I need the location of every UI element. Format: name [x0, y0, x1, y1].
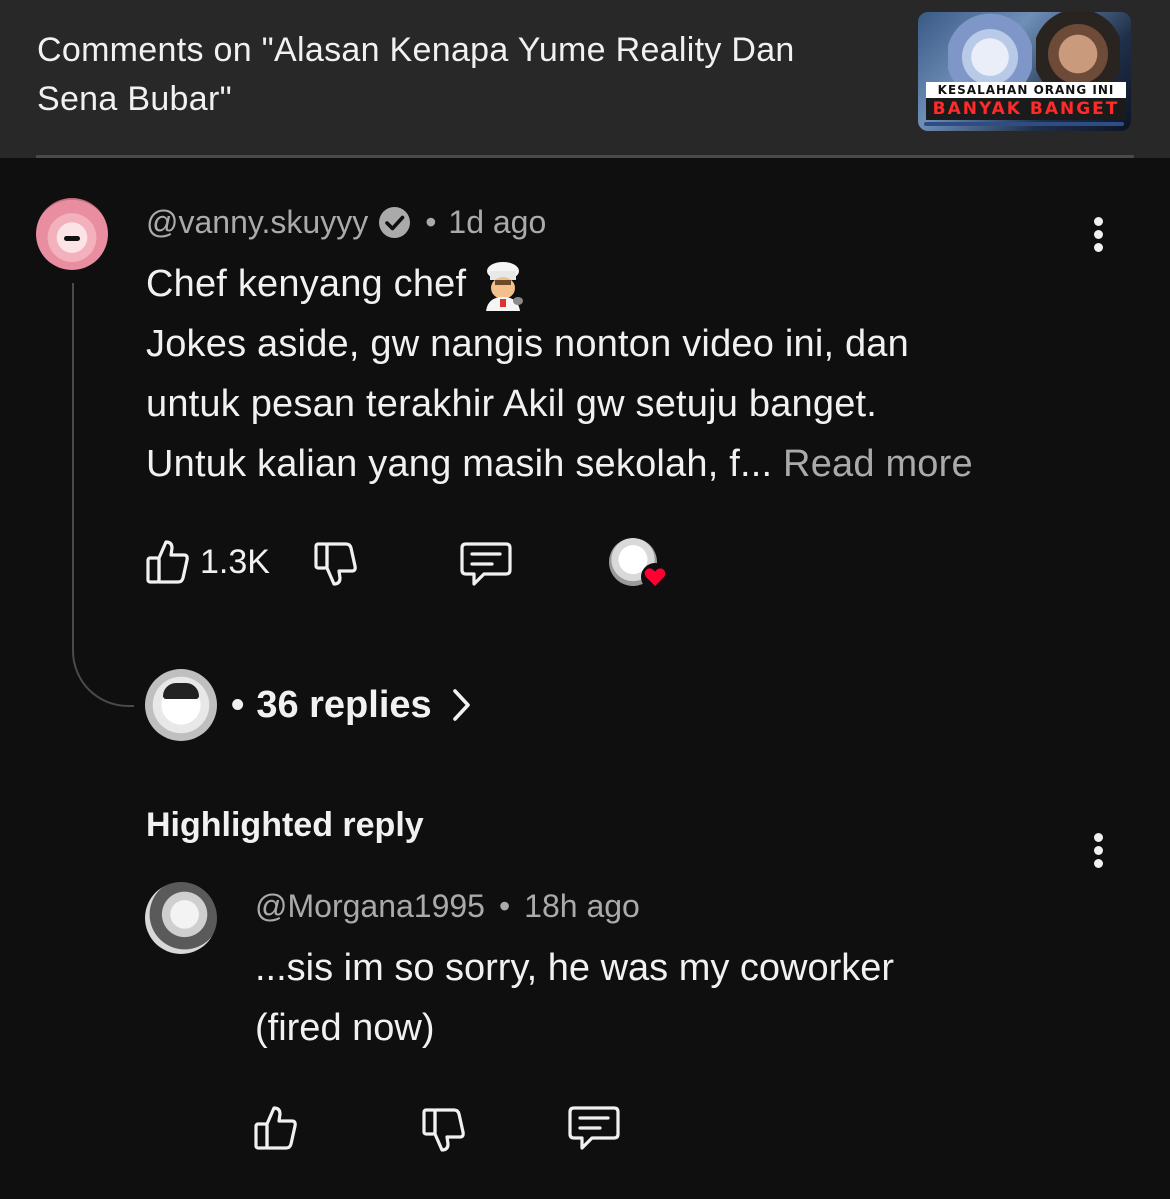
reply-dislike-button[interactable]	[422, 1106, 466, 1154]
comment-line-3: untuk pesan terakhir Akil gw setuju bang…	[146, 383, 878, 425]
comment-line-4: Untuk kalian yang masih sekolah, f... Re…	[146, 434, 1106, 494]
comment-body: Chef kenyang chef Jokes aside, gw nangis…	[146, 254, 1106, 494]
reply-button[interactable]	[460, 540, 512, 588]
like-count: 1.3K	[200, 542, 270, 581]
reply-wrap	[460, 538, 512, 590]
video-thumbnail[interactable]: KESALAHAN ORANG INI BANYAK BANGET	[918, 12, 1131, 131]
comment-actions: 1.3K	[146, 536, 270, 588]
thread-line	[72, 283, 134, 707]
reply-author-avatar[interactable]	[145, 882, 217, 954]
header-divider	[36, 155, 1134, 158]
thumbs-down-icon	[314, 542, 357, 586]
thumbnail-progress-bar	[924, 122, 1124, 126]
reply-line-2: (fired now)	[255, 1007, 435, 1049]
replies-count-label: 36 replies	[256, 683, 432, 726]
read-more-link[interactable]: Read more	[783, 443, 973, 485]
replier-avatar	[145, 669, 217, 741]
verified-check-icon	[378, 206, 411, 239]
comment-time: 1d ago	[448, 203, 547, 240]
comment-line-1: Chef kenyang chef	[146, 254, 1106, 314]
reply-body: ...sis im so sorry, he was my coworker (…	[255, 938, 1135, 1058]
header-title: Comments on "Alasan Kenapa Yume Reality …	[37, 31, 795, 118]
thumbnail-caption-bottom: BANYAK BANGET	[926, 98, 1126, 120]
comment-line-1-text: Chef kenyang chef	[146, 263, 467, 305]
dislike-wrap	[314, 538, 358, 590]
reply-more-options-button[interactable]	[1083, 826, 1113, 886]
meta-separator: •	[425, 203, 437, 240]
reply-reply-button[interactable]	[568, 1104, 620, 1152]
chevron-right-icon	[452, 688, 472, 722]
reply-author[interactable]: @Morgana1995	[255, 888, 485, 925]
reply-meta-separator: •	[498, 887, 511, 924]
commenter-avatar[interactable]	[36, 198, 108, 270]
dislike-button[interactable]	[314, 540, 358, 588]
chef-emoji-icon	[480, 261, 526, 311]
reply-like-wrap	[254, 1102, 298, 1154]
thumbs-up-icon	[146, 540, 189, 584]
reply-time: 18h ago	[524, 887, 640, 924]
reply-dislike-wrap	[422, 1104, 466, 1156]
comment-line-4-text: Untuk kalian yang masih sekolah, f...	[146, 443, 773, 485]
highlighted-reply-title: Highlighted reply	[146, 806, 424, 844]
comment-bubble-icon	[460, 542, 512, 586]
reply-line-1: ...sis im so sorry, he was my coworker	[255, 947, 895, 989]
comments-header: Comments on "Alasan Kenapa Yume Reality …	[0, 0, 1170, 158]
thumbnail-caption-top: KESALAHAN ORANG INI	[926, 82, 1126, 98]
comment-bubble-icon	[568, 1106, 620, 1150]
comment-meta: @vanny.skuyyy • 1d ago	[146, 198, 546, 246]
view-replies-button[interactable]: • 36 replies	[145, 668, 472, 742]
reply-like-button[interactable]	[254, 1104, 298, 1152]
reply-reply-wrap	[568, 1102, 620, 1154]
comment-author[interactable]: @vanny.skuyyy	[146, 204, 368, 241]
thumbs-down-icon	[422, 1108, 465, 1152]
reply-meta: @Morgana1995 • 18h ago	[255, 884, 640, 928]
replies-separator: •	[231, 683, 245, 726]
heart-icon	[641, 563, 669, 591]
comment-line-2: Jokes aside, gw nangis nonton video ini,…	[146, 323, 909, 365]
like-button[interactable]: 1.3K	[146, 538, 270, 586]
thumbs-up-icon	[254, 1106, 297, 1150]
